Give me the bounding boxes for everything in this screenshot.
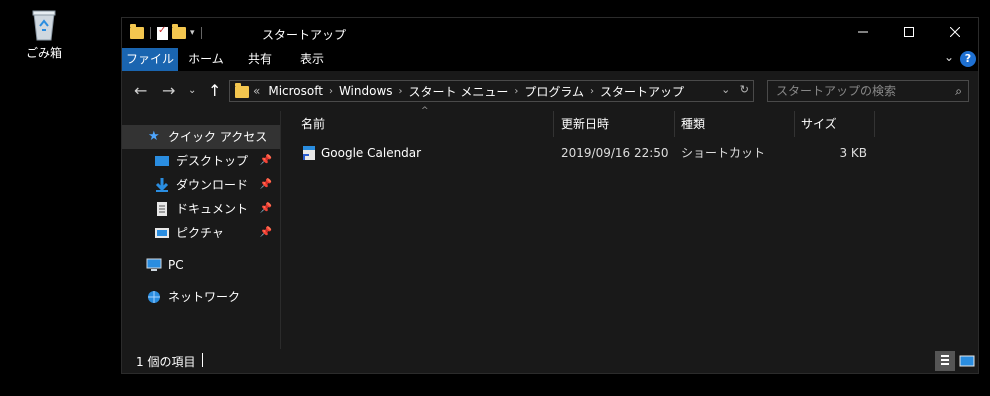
address-bar-row: ← → ⌄ ↑ « Microsoft › Windows › スタート メニュ… — [122, 71, 978, 111]
properties-icon[interactable] — [157, 25, 168, 40]
nav-downloads[interactable]: ダウンロード 📌 — [122, 173, 280, 197]
refresh-icon[interactable]: ↻ — [740, 83, 749, 96]
recent-locations-icon[interactable]: ⌄ — [188, 85, 196, 96]
nav-pc[interactable]: PC — [122, 253, 280, 277]
minimize-icon — [858, 31, 868, 33]
chevron-right-icon[interactable]: › — [399, 86, 403, 97]
maximize-button[interactable] — [886, 18, 932, 48]
divider — [200, 27, 202, 39]
folder-icon — [235, 83, 249, 98]
nav-label: ドキュメント — [176, 202, 249, 216]
download-icon — [154, 177, 170, 193]
divider — [150, 27, 151, 39]
shortcut-file-icon — [301, 145, 317, 161]
up-icon[interactable]: ↑ — [208, 81, 221, 100]
address-controls: ⌄ ↻ — [721, 83, 749, 96]
help-icon[interactable]: ? — [960, 51, 976, 67]
maximize-icon — [904, 27, 914, 37]
file-list: ^ 名前 更新日時 種類 サイズ Google Calendar 2019/09… — [281, 106, 978, 349]
breadcrumb-programs[interactable]: プログラム — [524, 83, 584, 100]
nav-desktop[interactable]: デスクトップ 📌 — [122, 149, 280, 173]
ribbon-tabs: ファイル ホーム 共有 表示 ⌄ ? — [122, 48, 978, 71]
breadcrumb-start-menu[interactable]: スタート メニュー — [409, 83, 509, 100]
search-box[interactable]: スタートアップの検索 ⌕ — [767, 80, 969, 102]
breadcrumb-startup[interactable]: スタートアップ — [600, 83, 684, 100]
nav-label: PC — [168, 258, 184, 272]
sort-ascending-icon: ^ — [421, 106, 429, 116]
pin-icon[interactable]: 📌 — [260, 149, 272, 173]
recycle-bin-label: ごみ箱 — [25, 46, 62, 60]
chevron-right-icon[interactable]: › — [514, 86, 518, 97]
nav-documents[interactable]: ドキュメント 📌 — [122, 197, 280, 221]
item-count: 1 個の項目 — [136, 355, 196, 369]
nav-label: ダウンロード — [176, 178, 249, 192]
column-header-type[interactable]: 種類 — [681, 111, 705, 137]
column-header-size[interactable]: サイズ — [801, 111, 837, 137]
nav-pictures[interactable]: ピクチャ 📌 — [122, 221, 280, 245]
forward-icon[interactable]: → — [162, 81, 175, 100]
details-view-icon[interactable] — [935, 351, 955, 371]
star-icon: ★ — [148, 129, 160, 144]
minimize-button[interactable] — [840, 18, 886, 48]
column-divider[interactable] — [674, 111, 675, 137]
tab-share[interactable]: 共有 — [236, 48, 284, 71]
file-size: 3 KB — [839, 146, 867, 160]
chevron-right-icon[interactable]: › — [329, 86, 333, 97]
file-modified: 2019/09/16 22:50 — [561, 146, 669, 160]
tab-file[interactable]: ファイル — [122, 48, 178, 71]
back-icon[interactable]: ← — [134, 81, 147, 100]
quick-access-toolbar: ▾ — [130, 24, 204, 42]
recycle-bin-desktop-icon[interactable]: ごみ箱 — [20, 8, 68, 61]
address-bar[interactable]: « Microsoft › Windows › スタート メニュー › プログラ… — [229, 80, 754, 102]
recycle-bin-icon — [30, 8, 58, 42]
search-placeholder: スタートアップの検索 — [776, 84, 897, 98]
picture-icon — [154, 225, 170, 241]
table-row[interactable]: Google Calendar 2019/09/16 22:50 ショートカット… — [281, 142, 978, 164]
pin-icon[interactable]: 📌 — [260, 197, 272, 221]
chevron-right-icon[interactable]: › — [590, 86, 594, 97]
file-type: ショートカット — [681, 146, 766, 160]
large-icons-view-icon[interactable] — [957, 351, 977, 371]
network-icon — [146, 289, 162, 305]
breadcrumb-windows[interactable]: Windows — [339, 84, 393, 98]
title-bar[interactable]: ▾ スタートアップ — [122, 18, 978, 48]
nav-label: デスクトップ — [176, 154, 249, 168]
window-title: スタートアップ — [262, 28, 347, 42]
file-name: Google Calendar — [321, 146, 422, 160]
folder-icon — [130, 24, 144, 39]
close-button[interactable] — [932, 18, 978, 48]
document-icon — [154, 201, 170, 217]
desktop-icon — [154, 153, 170, 169]
column-header-modified[interactable]: 更新日時 — [561, 111, 609, 137]
tab-home[interactable]: ホーム — [182, 48, 230, 71]
navigation-pane: ★ クイック アクセス デスクトップ 📌 ダウンロード 📌 ドキュメント 📌 ピ… — [122, 111, 281, 349]
customize-dropdown-icon[interactable]: ▾ — [190, 28, 195, 38]
explorer-window: ▾ スタートアップ ファイル ホーム 共有 表示 ⌄ ? ← → ⌄ ↑ « M… — [121, 17, 979, 374]
nav-network[interactable]: ネットワーク — [122, 285, 280, 309]
nav-label: ネットワーク — [168, 290, 241, 304]
divider — [202, 353, 203, 367]
expand-ribbon-icon[interactable]: ⌄ — [944, 50, 954, 64]
status-bar: 1 個の項目 — [122, 349, 978, 373]
column-divider[interactable] — [553, 111, 554, 137]
nav-quick-access[interactable]: ★ クイック アクセス — [122, 125, 280, 149]
search-icon: ⌕ — [955, 84, 962, 98]
new-folder-icon[interactable] — [172, 24, 186, 39]
history-dropdown-icon[interactable]: ⌄ — [721, 83, 730, 96]
computer-icon — [146, 257, 162, 273]
tab-view[interactable]: 表示 — [288, 48, 336, 71]
column-divider[interactable] — [874, 111, 875, 137]
column-header-name[interactable]: 名前 — [301, 111, 325, 137]
breadcrumb-microsoft[interactable]: Microsoft — [268, 84, 323, 98]
close-icon — [949, 26, 961, 38]
pin-icon[interactable]: 📌 — [260, 173, 272, 197]
nav-label: ピクチャ — [176, 226, 224, 240]
pin-icon[interactable]: 📌 — [260, 221, 272, 245]
column-divider[interactable] — [794, 111, 795, 137]
overflow-crumb[interactable]: « — [253, 84, 260, 98]
nav-label: クイック アクセス — [168, 130, 268, 144]
